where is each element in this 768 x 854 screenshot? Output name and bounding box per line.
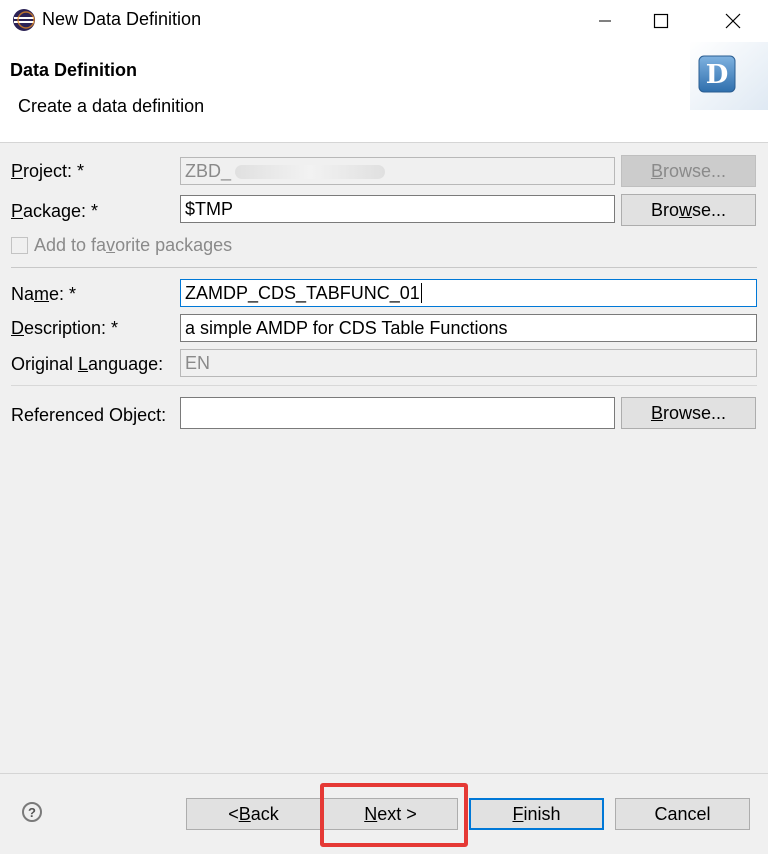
description-label: Description: * <box>11 318 119 338</box>
minimize-button[interactable] <box>582 0 628 42</box>
help-icon[interactable]: ? <box>22 802 42 822</box>
finish-button[interactable]: Finish <box>469 798 604 830</box>
favorite-checkbox[interactable] <box>11 237 28 254</box>
separator <box>11 267 757 268</box>
project-label: Project: * <box>11 161 85 181</box>
minimize-icon <box>599 20 611 22</box>
package-label: Package: * <box>11 201 99 221</box>
language-field: EN <box>180 349 757 377</box>
page-subtitle: Create a data definition <box>18 96 205 116</box>
form-area: Project: * ZBD_ Browse... Package: * $TM… <box>0 143 768 773</box>
title-bar: New Data Definition <box>0 0 768 42</box>
wizard-header: Data Definition Create a data definition… <box>0 42 768 143</box>
package-field[interactable]: $TMP <box>180 195 615 223</box>
eclipse-app-icon <box>13 9 35 31</box>
next-button-highlight <box>320 783 468 847</box>
close-button[interactable] <box>710 0 756 42</box>
maximize-button[interactable] <box>638 0 684 42</box>
data-definition-icon: D <box>690 42 768 110</box>
favorite-label: Add to favorite packages <box>34 235 233 255</box>
favorite-checkbox-row[interactable]: Add to favorite packages <box>11 235 232 256</box>
referenced-label: Referenced Object: <box>11 405 167 425</box>
window-title: New Data Definition <box>42 9 202 29</box>
close-icon <box>725 13 741 29</box>
name-label: Name: * <box>11 284 77 304</box>
page-title: Data Definition <box>10 60 138 80</box>
badge-letter: D <box>706 60 729 90</box>
project-browse-button: Browse... <box>621 155 756 187</box>
redacted-text <box>235 165 386 180</box>
referenced-field[interactable] <box>180 397 615 429</box>
cancel-button[interactable]: Cancel <box>615 798 750 830</box>
package-browse-button[interactable]: Bro w se... <box>621 194 756 226</box>
separator <box>11 385 757 386</box>
maximize-icon <box>653 13 669 29</box>
back-button[interactable]: < Back <box>186 798 321 830</box>
wizard-footer: ? < Back Next > Finish Cancel <box>0 773 768 854</box>
referenced-browse-button[interactable]: Browse... <box>621 397 756 429</box>
name-field[interactable]: ZAMDP_CDS_TABFUNC_01 <box>180 279 757 307</box>
language-label: Original Language: <box>11 354 164 374</box>
description-field[interactable]: a simple AMDP for CDS Table Functions <box>180 314 757 342</box>
project-field: ZBD_ <box>180 157 615 185</box>
